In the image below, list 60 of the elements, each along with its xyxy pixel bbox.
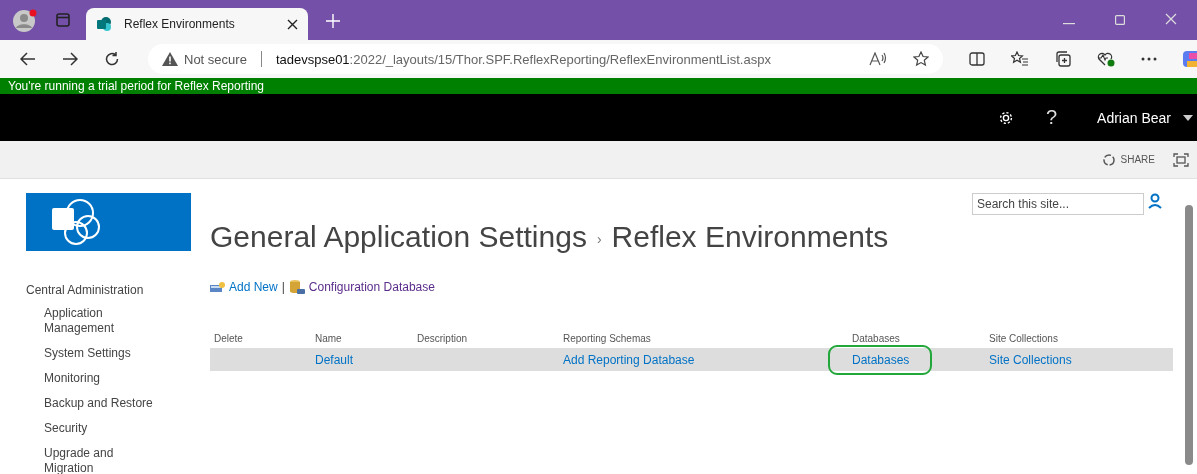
tab-actions-icon[interactable] (56, 13, 70, 27)
share-button[interactable]: SHARE (1101, 152, 1155, 167)
user-menu[interactable]: Adrian Bear (1097, 109, 1171, 126)
column-header: Reporting Schemas (562, 332, 651, 346)
security-label: Not secure (184, 51, 247, 67)
page-title: Reflex Environments (611, 220, 889, 254)
close-icon[interactable] (287, 18, 298, 30)
column-header: Delete (213, 332, 243, 346)
forward-icon[interactable] (62, 52, 78, 66)
table-link[interactable]: Default (315, 352, 354, 367)
focus-icon[interactable] (1173, 152, 1189, 167)
toolbar-separator: | (281, 280, 285, 294)
nav-heading[interactable]: Central Administration (26, 283, 191, 297)
table-link[interactable]: Site Collections (989, 352, 1072, 367)
settings-icon[interactable] (997, 109, 1014, 126)
health-icon[interactable] (1097, 51, 1115, 67)
sharepoint-icon (96, 16, 112, 32)
nav-item[interactable]: System Settings (26, 346, 164, 361)
refresh-icon[interactable] (104, 51, 120, 67)
read-aloud-icon[interactable] (869, 52, 887, 66)
split-screen-icon[interactable] (969, 52, 985, 66)
breadcrumb-separator: › (596, 231, 602, 247)
copilot-icon[interactable] (1183, 49, 1197, 69)
avatar-icon[interactable] (12, 7, 38, 33)
nav-item[interactable]: Monitoring (26, 371, 164, 386)
star-icon[interactable] (913, 51, 929, 67)
database-icon (288, 279, 305, 295)
column-header: Name (314, 332, 342, 346)
maximize-icon[interactable] (1115, 15, 1125, 25)
address-field[interactable]: Not secure tadevspse01:2022/_layouts/15/Thor.SPF.ReflexReporting/ReflexEnvironmentList.aspx (148, 44, 943, 74)
column-header: Description (416, 332, 468, 346)
add-item-icon (210, 281, 225, 293)
configuration-database-link[interactable]: Configuration Database (308, 280, 435, 294)
back-icon[interactable] (20, 52, 36, 66)
column-header: Databases (851, 332, 900, 346)
more-icon[interactable] (1141, 57, 1157, 61)
warning-icon (162, 52, 178, 66)
table-link[interactable]: Add Reporting Database (563, 352, 695, 367)
site-logo[interactable] (26, 193, 191, 251)
nav-item[interactable]: Backup and Restore (26, 396, 164, 411)
trial-banner-text: You're running a trial period for Reflex Reporting (8, 79, 264, 93)
column-header: Site Collections (988, 332, 1058, 346)
breadcrumb-link[interactable]: General Application Settings (210, 220, 587, 254)
nav-item[interactable]: Upgrade and Migration (26, 446, 164, 474)
share-icon (1101, 152, 1116, 167)
search-field[interactable]: Search this site... (972, 193, 1144, 215)
favorites-icon[interactable] (1011, 51, 1029, 67)
nav-item[interactable]: Application Management (26, 306, 164, 336)
help-button[interactable]: ? (1045, 106, 1058, 129)
table-link[interactable]: Databases (852, 352, 910, 367)
caret-icon[interactable] (1183, 114, 1193, 121)
search-icon[interactable] (1148, 193, 1162, 209)
nav-item[interactable]: Security (26, 421, 164, 436)
url-text: tadevspse01:2022/_layouts/15/Thor.SPF.ReflexReporting/ReflexEnvironmentList.aspx (275, 51, 771, 67)
tab-title: Reflex Environments (124, 17, 236, 31)
minimize-icon[interactable] (1063, 23, 1075, 25)
collections-icon[interactable] (1055, 51, 1071, 67)
new-tab-icon[interactable] (326, 14, 340, 28)
browser-tab[interactable]: Reflex Environments (86, 8, 308, 40)
add-new-link[interactable]: Add New (229, 280, 278, 294)
